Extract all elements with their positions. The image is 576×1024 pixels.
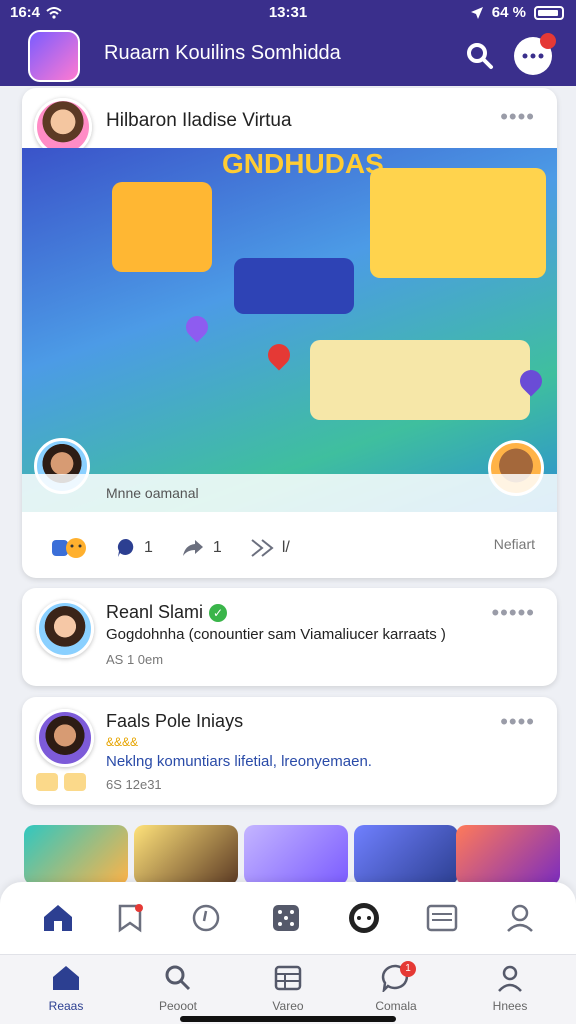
- search-icon: [467, 43, 493, 69]
- tool-board[interactable]: [422, 898, 462, 938]
- nav-label: Hnees: [492, 999, 528, 1013]
- location-pin-icon: [181, 311, 213, 343]
- grid-icon: [274, 965, 302, 991]
- reaction-emoji-icon: [52, 538, 86, 558]
- scene-platform-bottom: [310, 340, 530, 420]
- nav-label: Vareo: [272, 999, 304, 1013]
- nav-item-profile[interactable]: Hnees: [460, 963, 560, 1013]
- story-thumbnail[interactable]: [24, 825, 128, 885]
- home-indicator: [180, 1016, 396, 1022]
- post-time: AS 1 0em: [106, 652, 164, 667]
- nav-item-chat[interactable]: 1 Comala: [346, 961, 446, 1013]
- status-bar: 16:4 13:31 64 %: [0, 0, 576, 26]
- tag-icon: [36, 773, 58, 791]
- send-icon: [251, 539, 274, 557]
- post-time: 6S 12e31: [106, 777, 162, 792]
- scene-booth-left: [112, 182, 212, 272]
- home-icon: [44, 905, 72, 931]
- more-link[interactable]: Nefiart: [494, 536, 535, 552]
- like-button[interactable]: [50, 536, 88, 560]
- reaction-bar: 1 1 l/: [50, 536, 290, 560]
- profile-icon: [498, 965, 522, 992]
- post-text: Gogdohnha (conountier sam Viamaliucer ka…: [106, 626, 446, 643]
- messages-button[interactable]: [514, 33, 556, 75]
- nav-label: Peooot: [158, 999, 198, 1013]
- story-thumbnail[interactable]: [456, 825, 560, 885]
- verified-check-icon: ✓: [209, 603, 228, 622]
- avatar[interactable]: [36, 709, 94, 767]
- tool-explore[interactable]: [186, 898, 226, 938]
- comment-button[interactable]: 1: [116, 538, 153, 558]
- nav-label: Comala: [375, 999, 417, 1013]
- comment-count: 1: [144, 539, 153, 556]
- tool-home[interactable]: [38, 898, 78, 938]
- chat-icon: [349, 903, 379, 933]
- search-icon: [165, 965, 191, 991]
- stories-carousel: [24, 825, 564, 885]
- tool-bookmark[interactable]: [110, 898, 150, 938]
- more-options-icon[interactable]: •••••: [491, 600, 535, 626]
- post-card[interactable]: Faals Pole Iniays &&&& Neklng komuntiars…: [22, 697, 557, 805]
- more-options-icon[interactable]: ••••: [500, 709, 535, 735]
- bottom-nav: Reaas Peooot Vareo 1 Comala Hnees: [0, 954, 576, 1024]
- post-text: Neklng komuntiars lifetial, lreonyemaen.: [106, 753, 372, 770]
- chat-bubble-icon: [522, 53, 544, 59]
- send-button[interactable]: l/: [250, 538, 290, 558]
- location-pin-icon: [263, 339, 295, 371]
- share-count: 1: [212, 539, 222, 556]
- message-badge: [540, 33, 556, 49]
- scene-banner: GNDHUDAS: [222, 148, 384, 179]
- app-title: Ruaarn Kouilins Somhidda: [104, 42, 341, 64]
- post-author[interactable]: Reanl Slami ✓: [106, 602, 228, 623]
- author-name: Faals Pole Iniays: [106, 711, 244, 731]
- comment-icon: [117, 538, 134, 557]
- story-thumbnail[interactable]: [244, 825, 348, 885]
- battery-percent: 64 %: [491, 4, 526, 21]
- quick-tools-bar: [0, 882, 576, 954]
- nav-label: Reaas: [48, 999, 84, 1013]
- post-card[interactable]: Reanl Slami ✓ Gogdohnha (conountier sam …: [22, 588, 557, 686]
- send-count: l/: [281, 539, 290, 556]
- user-icon: [507, 904, 533, 932]
- caption-strip: [22, 474, 557, 512]
- dice-icon: [273, 905, 299, 931]
- compass-icon: [192, 904, 220, 932]
- avatar[interactable]: [36, 600, 94, 658]
- scene-stage-center: [234, 258, 354, 314]
- scene-booth-right: [370, 168, 546, 278]
- tool-games[interactable]: [266, 898, 306, 938]
- story-thumbnail[interactable]: [134, 825, 238, 885]
- tool-profile[interactable]: [500, 898, 540, 938]
- post-card[interactable]: Hilbaron Iladise Virtua •••• GNDHUDAS Mn…: [22, 88, 557, 578]
- author-name: Reanl Slami: [106, 602, 204, 622]
- post-image[interactable]: GNDHUDAS Mnne oamanal: [22, 148, 557, 512]
- app-logo[interactable]: [28, 30, 80, 82]
- nav-item-grid[interactable]: Vareo: [238, 963, 338, 1013]
- post-author[interactable]: Faals Pole Iniays: [106, 711, 243, 732]
- chat-badge: 1: [400, 961, 416, 977]
- battery-icon: [534, 5, 564, 20]
- more-options-icon[interactable]: ••••: [500, 104, 535, 130]
- share-button[interactable]: 1: [181, 538, 222, 558]
- tag-icon: [64, 773, 86, 791]
- app-header: Ruaarn Kouilins Somhidda: [0, 26, 576, 86]
- home-icon: [53, 966, 79, 990]
- search-button[interactable]: [460, 36, 500, 76]
- location-arrow-icon: [470, 6, 483, 19]
- rating-badges: &&&&: [106, 735, 139, 749]
- share-arrow-icon: [182, 540, 203, 556]
- post-author[interactable]: Hilbaron Iladise Virtua: [106, 110, 292, 132]
- nav-item-home[interactable]: Reaas: [16, 963, 116, 1013]
- board-icon: [426, 904, 458, 932]
- tool-chat[interactable]: [344, 898, 384, 938]
- bookmark-icon: [118, 904, 143, 933]
- image-caption: Mnne oamanal: [106, 485, 199, 501]
- nav-item-search[interactable]: Peooot: [128, 963, 228, 1013]
- story-thumbnail[interactable]: [354, 825, 458, 885]
- post-tags: [36, 773, 86, 791]
